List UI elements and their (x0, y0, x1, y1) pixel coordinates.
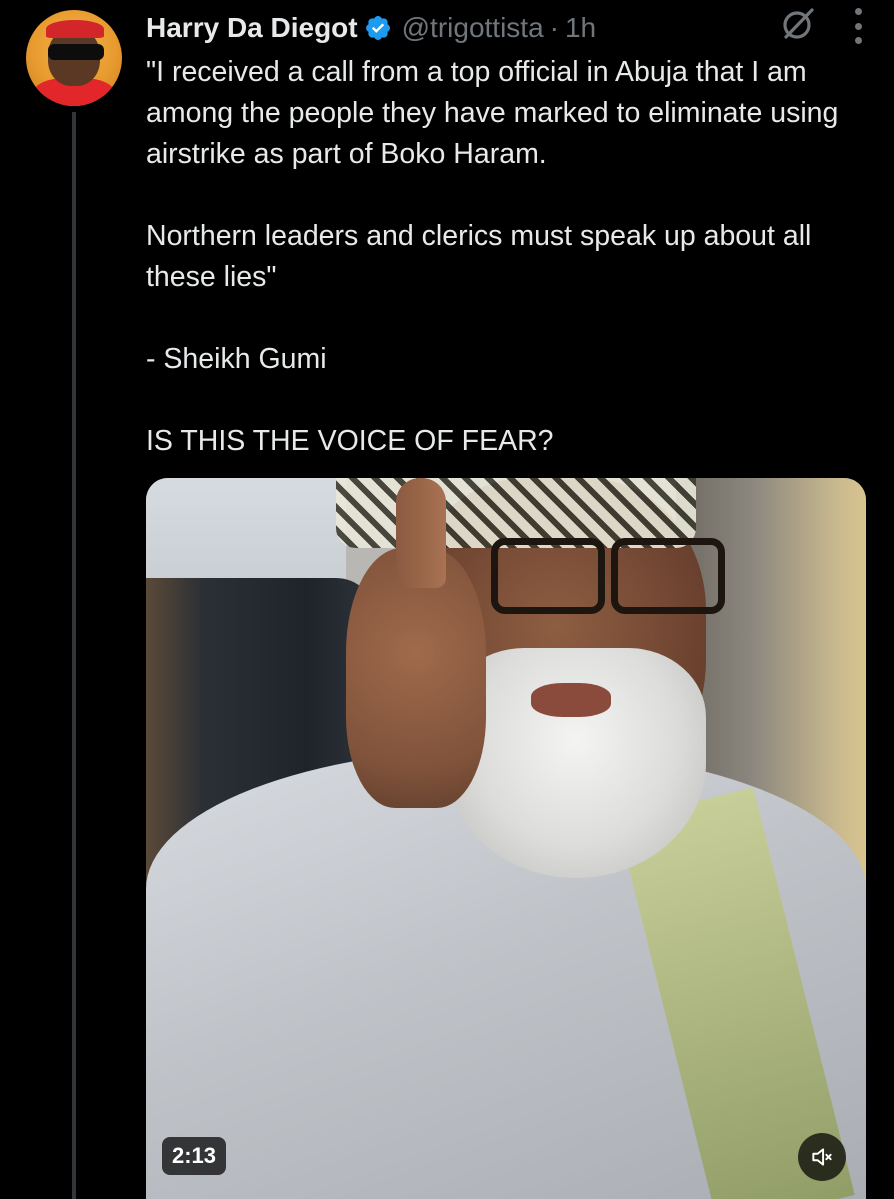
tweet-timestamp[interactable]: 1h (565, 12, 596, 44)
more-dot (854, 37, 862, 44)
video-glasses-left (491, 538, 605, 614)
tweet-paragraph: IS THIS THE VOICE OF FEAR? (146, 425, 554, 457)
avatar[interactable] (26, 10, 122, 106)
more-options-icon[interactable] (852, 8, 864, 44)
verified-badge-icon (364, 14, 392, 42)
tweet-paragraph: - Sheikh Gumi (146, 343, 327, 375)
mute-button[interactable] (798, 1133, 846, 1181)
thread-line (72, 112, 76, 1199)
video-player[interactable]: 2:13 (146, 478, 866, 1199)
more-dot (854, 22, 862, 30)
author-handle[interactable]: @trigottista (402, 12, 544, 44)
tweet-paragraph: "I received a call from a top official i… (146, 56, 839, 170)
grok-icon[interactable] (780, 6, 816, 42)
tweet-paragraph: Northern leaders and clerics must speak … (146, 220, 812, 293)
video-mouth (531, 683, 611, 717)
video-duration-badge: 2:13 (162, 1137, 227, 1175)
speaker-muted-icon (812, 1148, 832, 1166)
separator-dot: · (549, 12, 559, 43)
video-background-wall (146, 478, 346, 588)
video-glasses-right (611, 538, 725, 614)
author-name[interactable]: Harry Da Diegot (146, 12, 358, 44)
avatar-cap (46, 20, 104, 38)
avatar-sunglasses (48, 44, 104, 60)
tweet-text: "I received a call from a top official i… (146, 52, 866, 462)
avatar-column (26, 10, 122, 106)
more-dot (854, 8, 862, 15)
tweet-header: Harry Da Diegot @trigottista · 1h (146, 8, 866, 48)
video-raised-finger (396, 478, 446, 588)
